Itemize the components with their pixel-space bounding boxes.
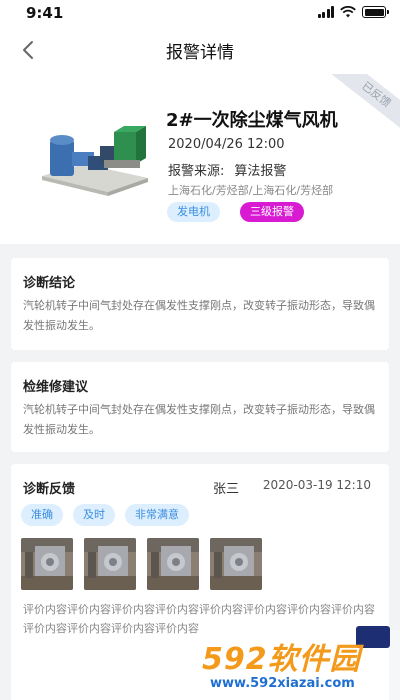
page-title: 报警详情 (166, 43, 234, 63)
device-image (42, 126, 148, 196)
feedback-chip-timely[interactable]: 及时 (73, 504, 115, 526)
alarm-time: 2020/04/26 12:00 (168, 137, 285, 152)
cellular-signal-icon (317, 6, 334, 18)
repair-suggestion-card: 检维修建议 汽轮机转子中间气封处存在偶发性支撑刚点，改变转子振动形态，导致偶发性… (11, 362, 389, 452)
alarm-source: 报警来源: 算法报警 (168, 160, 286, 179)
alarm-source-value: 算法报警 (234, 164, 287, 179)
diagnosis-card: 诊断结论 汽轮机转子中间气封处存在偶发性支撑刚点，改变转子振动形态，导致偶发性振… (11, 258, 389, 350)
feedback-photo[interactable] (21, 538, 73, 590)
feedback-time: 2020-03-19 12:10 (262, 478, 371, 492)
feedback-photos (21, 538, 262, 590)
wifi-icon (340, 6, 356, 18)
repair-suggestion-title: 检维修建议 (23, 380, 89, 395)
feedback-person: 张三 (213, 482, 240, 497)
feedback-chips: 准确 及时 非常满意 (21, 504, 189, 526)
device-name: 2#一次除尘煤气风机 (166, 110, 338, 131)
feedback-photo[interactable] (84, 538, 136, 590)
nav-bar: 报警详情 (0, 26, 400, 74)
organization-path: 上海石化/芳烃部/上海石化/芳烃部 (168, 184, 334, 197)
feedback-chip-satisfied[interactable]: 非常满意 (125, 504, 189, 526)
diagnosis-title: 诊断结论 (23, 276, 76, 291)
feedback-chip-accurate[interactable]: 准确 (21, 504, 63, 526)
feedback-status-ribbon: 已反馈 (329, 74, 400, 135)
alarm-header-card: 已反馈 2#一次除尘煤气风机 2020/04/26 12:00 报警来源: 算法报… (0, 74, 400, 244)
status-icons (317, 6, 389, 18)
repair-suggestion-text: 汽轮机转子中间气封处存在偶发性支撑刚点，改变转子振动形态，导致偶发性振动发生。 (23, 403, 375, 436)
status-bar: 9:41 (0, 0, 400, 26)
alarm-source-label: 报警来源: (168, 164, 225, 179)
device-type-tag: 发电机 (167, 202, 220, 222)
feedback-title: 诊断反馈 (23, 482, 76, 497)
diagnosis-text: 汽轮机转子中间气封处存在偶发性支撑刚点，改变转子振动形态，导致偶发性振动发生。 (23, 299, 375, 332)
alarm-level-tag: 三级报警 (240, 202, 304, 222)
watermark: 592软件园 www.592xiazai.com (196, 626, 400, 700)
feedback-photo[interactable] (210, 538, 262, 590)
watermark-url: www.592xiazai.com (210, 676, 355, 691)
watermark-chat-icon (356, 626, 390, 648)
watermark-logo: 592软件园 (202, 642, 361, 677)
battery-icon (362, 6, 389, 18)
feedback-photo[interactable] (147, 538, 199, 590)
status-time: 9:41 (26, 4, 64, 22)
